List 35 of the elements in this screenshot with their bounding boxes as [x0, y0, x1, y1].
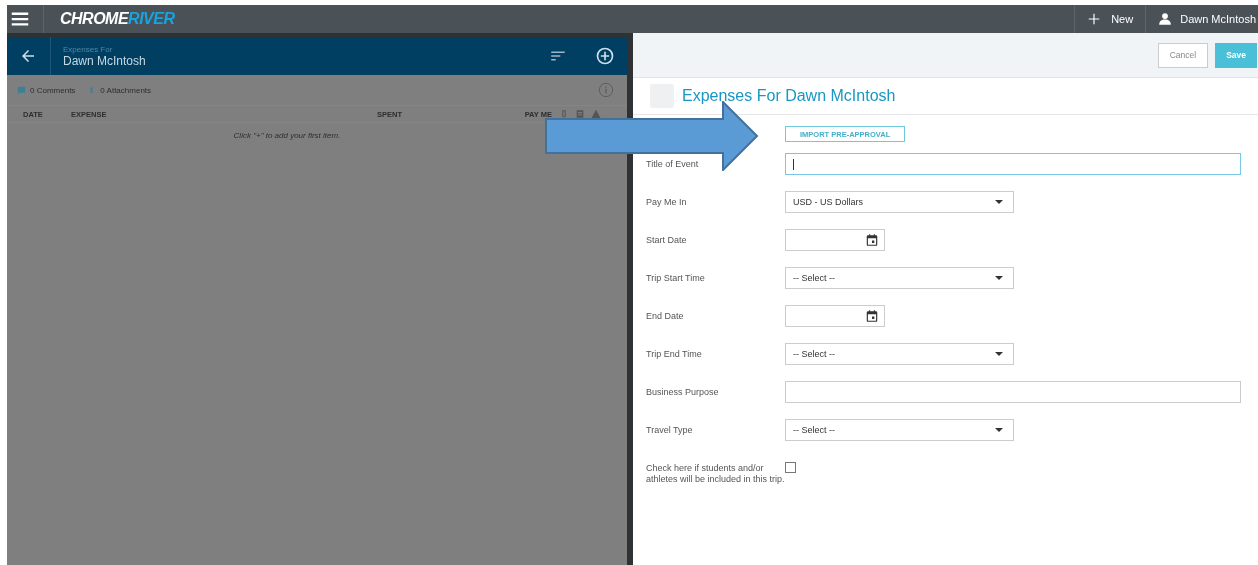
dropdown[interactable]: -- Select --: [785, 267, 1014, 289]
calendar-icon: [865, 233, 879, 247]
field-label: Trip End Time: [646, 348, 703, 360]
date-field[interactable]: [785, 305, 885, 327]
receipt-icon: [575, 109, 585, 119]
comment-icon: [17, 85, 26, 95]
paperclip-icon: [559, 109, 569, 119]
date-field[interactable]: [785, 229, 885, 251]
field-label: Travel Type: [646, 424, 694, 436]
field-label: Trip Start Time: [646, 272, 706, 284]
plus-icon: [1087, 12, 1102, 26]
empty-message: Click "+" to add your first item.: [232, 130, 342, 140]
field-label: Business Purpose: [646, 386, 720, 398]
add-icon[interactable]: [595, 46, 615, 66]
field-label: Title of Event: [646, 158, 700, 170]
logo: CHROMERIVER: [43, 5, 175, 33]
dropdown[interactable]: -- Select --: [785, 343, 1014, 365]
form-title: Expenses For Dawn McIntosh: [682, 87, 896, 105]
comments-count[interactable]: 0 Comments: [30, 85, 76, 95]
user-icon: [1158, 12, 1173, 26]
field-label: End Date: [646, 310, 685, 322]
report-title: Dawn McIntosh: [63, 53, 146, 68]
field-label: Check here if students and/or athletes will be included in this trip.: [646, 462, 785, 484]
field-label: Start Date: [646, 234, 688, 246]
warning-icon: [591, 109, 601, 119]
dropdown[interactable]: -- Select --: [785, 419, 1014, 441]
input-field[interactable]: [785, 153, 1241, 175]
input-field[interactable]: [785, 381, 1241, 403]
save-button[interactable]: Save: [1215, 42, 1257, 68]
cancel-button[interactable]: Cancel: [1157, 42, 1209, 68]
checkbox[interactable]: [785, 462, 796, 473]
report-subtitle: Expenses For: [63, 44, 114, 54]
calendar-icon: [865, 309, 879, 323]
dropdown[interactable]: USD - US Dollars: [785, 191, 1014, 213]
field-label: Pay Me In: [646, 196, 688, 208]
